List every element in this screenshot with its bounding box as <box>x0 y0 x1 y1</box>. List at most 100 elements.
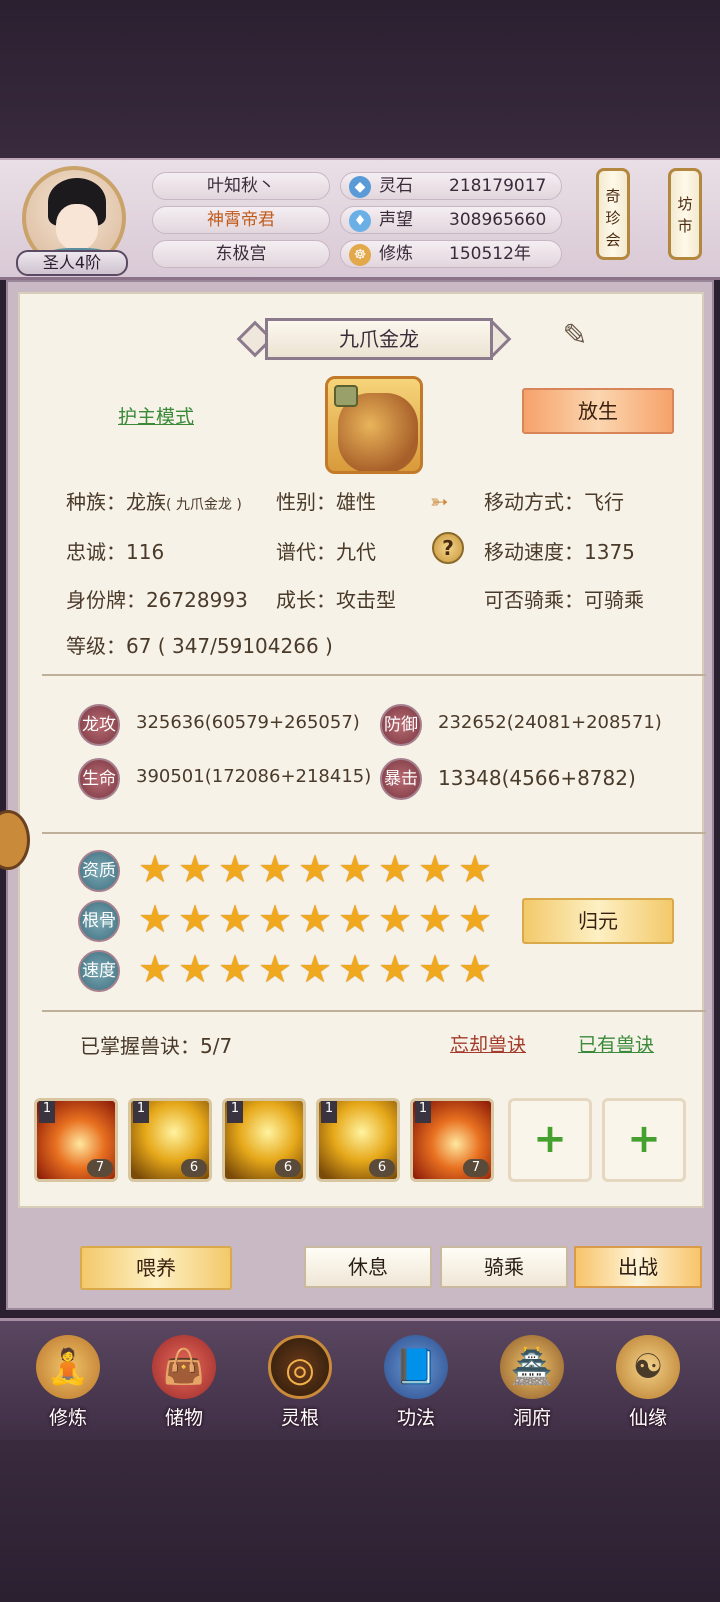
star-icon: ★ <box>418 947 453 991</box>
nav-spirit-root[interactable]: ◎ 灵根 <box>250 1335 350 1439</box>
star-icon: ★ <box>218 947 253 991</box>
star-icon: ★ <box>378 897 413 941</box>
pet-portrait[interactable] <box>325 376 423 474</box>
star-icon: ★ <box>298 847 333 891</box>
star-icon: ★ <box>338 847 373 891</box>
aptitude-badge: 资质 <box>78 850 120 892</box>
divider <box>42 1010 706 1012</box>
stat-spirit-stone: ◆ 灵石 218179017 <box>340 172 562 200</box>
crystal-icon: ◆ <box>349 176 371 198</box>
nav-cave[interactable]: 🏯 洞府 <box>482 1335 582 1439</box>
star-icon: ★ <box>178 847 213 891</box>
star-icon: ★ <box>218 897 253 941</box>
star-icon: ★ <box>138 947 173 991</box>
star-icon: ★ <box>258 897 293 941</box>
skill-slot[interactable]: 17 <box>410 1098 494 1182</box>
star-icon: ★ <box>418 897 453 941</box>
divider <box>42 832 706 834</box>
nav-fate[interactable]: ☯ 仙缘 <box>598 1335 698 1439</box>
growth-text: 成长：攻击型 <box>276 588 396 612</box>
id-tag-text: 身份牌：26728993 <box>66 588 248 612</box>
skill-slot[interactable]: 17 <box>34 1098 118 1182</box>
rideable-text: 可否骑乘：可骑乘 <box>484 588 644 612</box>
player-title: 神霄帝君 <box>152 206 330 234</box>
palace-icon: 🏯 <box>500 1335 564 1399</box>
add-skill-button[interactable]: + <box>508 1098 592 1182</box>
hp-value: 390501(172086+218415) <box>136 766 372 787</box>
bag-icon: 👜 <box>152 1335 216 1399</box>
top-background <box>0 0 720 160</box>
mastered-skills-text: 已掌握兽诀：5/7 <box>80 1034 233 1058</box>
book-icon: 📘 <box>384 1335 448 1399</box>
star-icon: ★ <box>138 897 173 941</box>
feed-button[interactable]: 喂养 <box>80 1246 232 1290</box>
star-icon: ★ <box>378 847 413 891</box>
defense-badge: 防御 <box>380 704 422 746</box>
move-speed-text: 移动速度：1375 <box>484 540 635 564</box>
star-icon: ★ <box>458 847 493 891</box>
release-button[interactable]: 放生 <box>522 388 674 434</box>
nav-cultivate[interactable]: 🧘 修炼 <box>18 1335 118 1439</box>
help-icon[interactable]: ? <box>432 532 464 564</box>
skill-slot[interactable]: 16 <box>222 1098 306 1182</box>
owned-skills-link[interactable]: 已有兽诀 <box>578 1030 654 1057</box>
meditation-icon: ☸ <box>349 244 371 266</box>
generation-text: 谱代：九代 <box>276 540 376 564</box>
star-icon: ★ <box>338 947 373 991</box>
hp-badge: 生命 <box>78 758 120 800</box>
bone-stars: ★ ★ ★ ★ ★ ★ ★ ★ ★ <box>138 900 498 940</box>
nav-technique[interactable]: 📘 功法 <box>366 1335 466 1439</box>
star-icon: ★ <box>378 947 413 991</box>
reset-button[interactable]: 归元 <box>522 898 674 944</box>
player-name: 叶知秋丶 <box>152 172 330 200</box>
skill-slot[interactable]: 16 <box>316 1098 400 1182</box>
star-icon: ★ <box>338 897 373 941</box>
star-icon: ★ <box>178 897 213 941</box>
rest-button[interactable]: 休息 <box>304 1246 432 1288</box>
aptitude-stars: ★ ★ ★ ★ ★ ★ ★ ★ ★ <box>138 850 498 890</box>
speed-stars: ★ ★ ★ ★ ★ ★ ★ ★ ★ <box>138 950 498 990</box>
bottom-nav: 🧘 修炼 👜 储物 ◎ 灵根 📘 功法 🏯 洞府 ☯ 仙缘 <box>0 1318 720 1442</box>
move-type-text: 移动方式：飞行 <box>484 490 624 514</box>
nav-storage[interactable]: 👜 储物 <box>134 1335 234 1439</box>
market-scroll[interactable]: 坊市 <box>668 168 702 260</box>
forget-skill-link[interactable]: 忘却兽诀 <box>450 1030 526 1057</box>
race-label: 种族：龙族( 九爪金龙 ) <box>66 490 242 514</box>
stat-cultivation: ☸ 修炼 150512年 <box>340 240 562 268</box>
crit-value: 13348(4566+8782) <box>438 766 636 790</box>
lock-icon <box>334 385 358 407</box>
bone-badge: 根骨 <box>78 900 120 942</box>
star-icon: ★ <box>298 897 333 941</box>
monk-icon: 🧘 <box>36 1335 100 1399</box>
bottom-background <box>0 1440 720 1602</box>
gourd-icon: ☯ <box>616 1335 680 1399</box>
treasure-fair-scroll[interactable]: 奇珍会 <box>596 168 630 260</box>
speed-badge: 速度 <box>78 950 120 992</box>
battle-button[interactable]: 出战 <box>574 1246 702 1288</box>
gem-icon: ♦ <box>349 210 371 232</box>
male-gender-icon: ➳ <box>430 490 449 515</box>
edit-book-icon[interactable]: ✎ <box>550 318 600 358</box>
star-icon: ★ <box>458 897 493 941</box>
player-rank-badge: 圣人4阶 <box>16 250 128 276</box>
add-skill-button[interactable]: + <box>602 1098 686 1182</box>
star-icon: ★ <box>258 947 293 991</box>
attack-value: 325636(60579+265057) <box>136 712 360 733</box>
stat-prestige: ♦ 声望 308965660 <box>340 206 562 234</box>
pet-name: 九爪金龙 <box>265 318 493 360</box>
star-icon: ★ <box>458 947 493 991</box>
skill-slot[interactable]: 16 <box>128 1098 212 1182</box>
pet-info-card: 九爪金龙 ✎ 护主模式 放生 种族：龙族( 九爪金龙 ) 性别：雄性 ➳ 移动方… <box>18 292 706 1208</box>
loyalty-text: 忠诚：116 <box>66 540 165 564</box>
divider <box>42 674 706 676</box>
level-text: 等级：67 ( 347/59104266 ) <box>66 634 333 658</box>
ride-button[interactable]: 骑乘 <box>440 1246 568 1288</box>
gender-text: 性别：雄性 <box>276 490 376 514</box>
star-icon: ★ <box>178 947 213 991</box>
star-icon: ★ <box>218 847 253 891</box>
crit-badge: 暴击 <box>380 758 422 800</box>
guard-mode-link[interactable]: 护主模式 <box>118 402 194 429</box>
star-icon: ★ <box>298 947 333 991</box>
player-sect: 东极宫 <box>152 240 330 268</box>
defense-value: 232652(24081+208571) <box>438 712 662 733</box>
